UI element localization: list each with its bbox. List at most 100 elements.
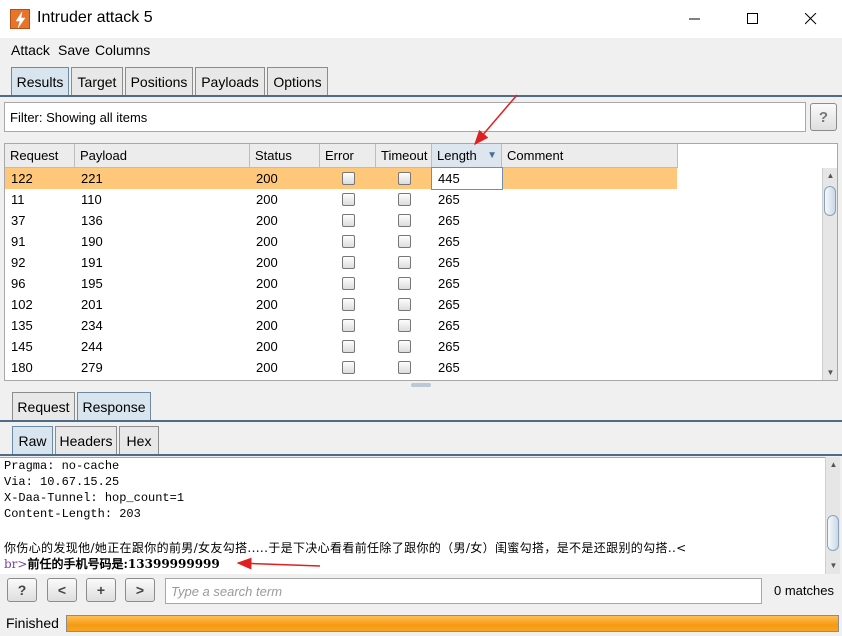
response-raw-view[interactable]: Pragma: no-cache Via: 10.67.15.25 X-Daa-… [0,457,825,574]
cell-comment [502,294,678,315]
minimize-button[interactable] [672,0,718,38]
results-table: Request Payload Status Error Timeout Len… [4,143,838,381]
cell-length: 265 [438,255,460,270]
column-header-payload[interactable]: Payload [75,144,250,168]
scroll-thumb[interactable] [827,515,839,551]
split-pane-divider[interactable] [411,383,431,387]
response-header-line: Via: 10.67.15.25 [4,475,120,489]
table-row[interactable]: 96 195 200 265 [5,273,677,294]
table-row[interactable]: 37 136 200 265 [5,210,677,231]
progress-fill [67,616,838,631]
response-body-line: 你伤心的发现他/她正在跟你的前男/女友勾搭.....于是下决心看看前任除了跟你的… [4,541,687,555]
menu-save[interactable]: Save [58,42,90,58]
menu-attack[interactable]: Attack [11,42,50,58]
menu-columns[interactable]: Columns [95,42,150,58]
scroll-thumb[interactable] [824,186,836,216]
cell-timeout-checkbox [398,214,411,227]
cell-length: 265 [438,276,460,291]
cell-timeout-checkbox [398,361,411,374]
tab-target[interactable]: Target [71,67,123,95]
column-header-request[interactable]: Request [5,144,75,168]
cell-error-checkbox [342,235,355,248]
tab-raw[interactable]: Raw [12,426,53,454]
cell-comment [502,252,678,273]
table-row[interactable]: 145 244 200 265 [5,336,677,357]
cell-status: 200 [256,318,278,333]
table-row[interactable]: 92 191 200 265 [5,252,677,273]
cell-comment [502,210,678,231]
tab-results[interactable]: Results [11,67,69,95]
tab-payloads[interactable]: Payloads [195,67,265,95]
filter-bar[interactable]: Filter: Showing all items [4,102,806,132]
menu-bar: Attack Save Columns [0,38,842,62]
status-text: Finished [6,615,59,631]
cell-payload: 190 [81,234,103,249]
maximize-button[interactable] [730,0,776,38]
search-input[interactable] [165,578,762,604]
tab-response[interactable]: Response [77,392,151,420]
table-row[interactable]: 180 279 200 265 [5,357,677,378]
scroll-up-icon[interactable]: ▲ [823,168,837,183]
search-next-button[interactable]: > [125,578,155,602]
tab-positions[interactable]: Positions [125,67,193,95]
cell-length: 265 [438,234,460,249]
table-row[interactable]: 102 201 200 265 [5,294,677,315]
tab-headers[interactable]: Headers [55,426,117,454]
response-header-line: X-Daa-Tunnel: hop_count=1 [4,491,185,505]
tab-request[interactable]: Request [12,392,75,420]
tab-options[interactable]: Options [267,67,328,95]
cell-error-checkbox [342,214,355,227]
close-button[interactable] [788,0,834,38]
scroll-down-icon[interactable]: ▼ [823,365,837,380]
filter-text: Filter: Showing all items [10,110,148,125]
scroll-up-icon[interactable]: ▲ [826,457,841,472]
title-bar: Intruder attack 5 [0,0,842,38]
cell-payload: 279 [81,360,103,375]
table-row[interactable]: 11 110 200 265 [5,189,677,210]
cell-length: 265 [438,339,460,354]
cell-timeout-checkbox [398,193,411,206]
status-bar: Finished [0,612,842,636]
sort-descending-icon: ▼ [487,150,497,161]
search-add-button[interactable]: + [86,578,116,602]
tab-divider [0,95,842,97]
cell-status: 200 [256,234,278,249]
table-row[interactable]: 135 234 200 265 [5,315,677,336]
cell-request: 91 [11,234,26,249]
filter-help-button[interactable]: ? [810,103,837,131]
tab-hex[interactable]: Hex [119,426,159,454]
table-scrollbar[interactable]: ▲ ▼ [822,168,837,380]
column-header-timeout[interactable]: Timeout [376,144,432,168]
main-tabs: Results Target Positions Payloads Option… [0,67,842,95]
cell-payload: 195 [81,276,103,291]
table-row[interactable]: 122 221 200 445 [5,167,677,190]
cell-request: 37 [11,213,26,228]
response-header-line: Content-Length: 203 [4,507,141,521]
cell-request: 122 [11,171,33,186]
message-tabs: Request Response [0,392,842,420]
view-tab-divider [0,454,842,456]
cell-comment [502,357,678,378]
cell-comment [502,189,678,210]
cell-timeout-checkbox [398,235,411,248]
search-help-button[interactable]: ? [7,578,37,602]
search-previous-button[interactable]: < [47,578,77,602]
cell-length: 265 [438,192,460,207]
cell-payload: 234 [81,318,103,333]
cell-error-checkbox [342,319,355,332]
column-header-status[interactable]: Status [250,144,320,168]
cell-error-checkbox [342,193,355,206]
cell-length: 265 [438,213,460,228]
scroll-down-icon[interactable]: ▼ [826,558,841,573]
cell-timeout-checkbox [398,319,411,332]
column-header-error[interactable]: Error [320,144,376,168]
response-scrollbar[interactable]: ▲ ▼ [825,457,840,574]
cell-error-checkbox [342,277,355,290]
html-tag-text: br> [4,557,28,571]
column-header-comment[interactable]: Comment [502,144,678,168]
cell-request: 96 [11,276,26,291]
table-row[interactable]: 91 190 200 265 [5,231,677,252]
column-header-length[interactable]: Length ▼ [432,144,502,168]
cell-payload: 201 [81,297,103,312]
column-header-length-label: Length [437,148,477,163]
